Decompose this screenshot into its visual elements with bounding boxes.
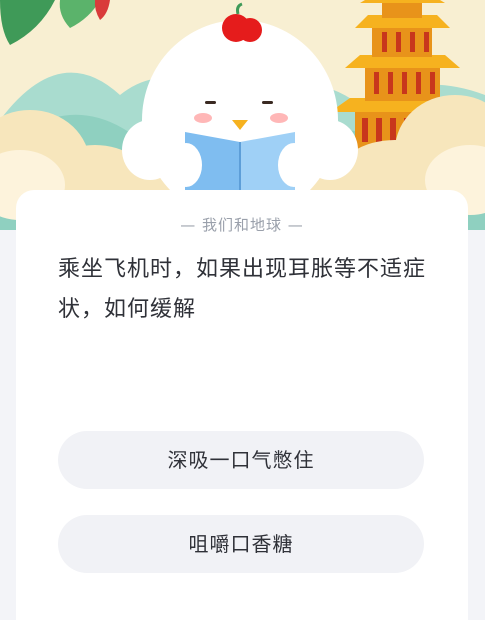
- quiz-question: 乘坐飞机时，如果出现耳胀等不适症状，如何缓解: [58, 257, 427, 322]
- answer-option-1[interactable]: 深吸一口气憋住: [58, 431, 424, 489]
- quiz-category: — 我们和地球 —: [180, 216, 304, 234]
- answer-option-2[interactable]: 咀嚼口香糖: [58, 515, 424, 573]
- quiz-card: — 我们和地球 — 乘坐飞机时，如果出现耳胀等不适症状，如何缓解 深吸一口气憋住…: [16, 190, 468, 620]
